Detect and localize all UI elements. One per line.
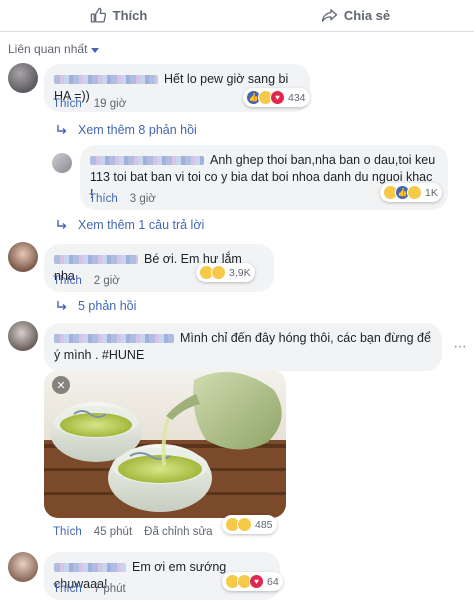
sort-label: Liên quan nhất (8, 42, 88, 56)
avatar[interactable] (8, 63, 38, 93)
tea-cups-image (44, 370, 286, 518)
reaction-count: 434 (288, 91, 306, 104)
close-icon[interactable]: ✕ (52, 376, 70, 394)
reaction-summary[interactable]: 👍 1K (380, 183, 442, 202)
like-post-label: Thích (112, 8, 148, 23)
comment-like-link[interactable]: Thích (53, 98, 82, 110)
comment-like-link[interactable]: Thích (53, 526, 82, 538)
comment-like-link[interactable]: Thích (53, 583, 82, 595)
reaction-summary[interactable]: 485 (222, 515, 277, 534)
view-more-answer-label: Xem thêm 1 câu trả lời (78, 218, 205, 232)
reaction-count: 485 (255, 518, 273, 531)
thumbs-up-icon (90, 7, 106, 23)
view-more-replies-link[interactable]: Xem thêm 8 phản hồi (56, 123, 197, 137)
sad-reaction-icon (211, 265, 226, 280)
view-more-answer-link[interactable]: Xem thêm 1 câu trả lời (56, 218, 204, 232)
comment-meta: Thích 7 phút (53, 583, 126, 595)
avatar[interactable] (8, 242, 38, 272)
avatar[interactable] (8, 552, 38, 582)
avatar[interactable] (52, 153, 72, 173)
comment-time[interactable]: 19 giờ (94, 98, 126, 110)
comment-like-link[interactable]: Thích (53, 275, 82, 287)
reaction-count: 1K (425, 186, 438, 199)
commenter-name[interactable] (54, 563, 126, 573)
comment-bubble: Mình chỉ đến đây hóng thôi, các bạn đừng… (44, 323, 442, 371)
avatar[interactable] (8, 321, 38, 351)
commenter-name[interactable] (54, 334, 174, 344)
comment-photo-tea[interactable]: ✕ (44, 370, 286, 518)
comment-time[interactable]: 7 phút (94, 583, 126, 595)
replies-count-link[interactable]: 5 phản hồi (56, 299, 136, 313)
view-more-replies-label: Xem thêm 8 phản hồi (78, 123, 197, 137)
commenter-name[interactable] (90, 156, 204, 166)
sad-reaction-icon (237, 517, 252, 532)
comment-sort-dropdown[interactable]: Liên quan nhất (8, 42, 100, 56)
comment-meta: Thích 19 giờ (53, 98, 126, 110)
comment-meta: Thích 2 giờ (53, 275, 120, 287)
sad-reaction-icon (407, 185, 422, 200)
reply-meta: Thích 3 giờ (89, 193, 156, 205)
reply-arrow-icon (57, 125, 67, 134)
comment-time[interactable]: 45 phút (94, 526, 132, 538)
commenter-name[interactable] (54, 255, 138, 265)
commenter-name[interactable] (54, 75, 158, 85)
love-reaction-icon: ♥ (249, 574, 264, 589)
comment-meta: Thích 45 phút Đã chỉnh sửa (53, 526, 213, 538)
share-arrow-icon (321, 9, 338, 22)
share-post-button[interactable]: Chia sẻ (237, 0, 474, 31)
like-post-button[interactable]: Thích (0, 0, 237, 31)
reaction-count: 3,9K (229, 266, 251, 279)
reaction-count: 64 (267, 575, 279, 588)
reaction-summary[interactable]: ♥ 64 (222, 572, 283, 591)
comment-time[interactable]: 3 giờ (130, 193, 156, 205)
reaction-summary[interactable]: 👍 ♥ 434 (243, 88, 310, 107)
replies-count-label: 5 phản hồi (78, 299, 137, 313)
edited-label[interactable]: Đã chỉnh sửa (144, 526, 212, 538)
share-post-label: Chia sẻ (343, 8, 391, 23)
reply-arrow-icon (57, 301, 67, 310)
post-action-bar: Thích Chia sẻ (0, 0, 474, 32)
comment-like-link[interactable]: Thích (89, 193, 118, 205)
chevron-down-icon (91, 47, 100, 53)
more-options-icon[interactable]: ··· (453, 338, 467, 356)
reaction-summary[interactable]: 3,9K (196, 263, 255, 282)
comment-time[interactable]: 2 giờ (94, 275, 120, 287)
reply-arrow-icon (57, 220, 67, 229)
love-reaction-icon: ♥ (270, 90, 285, 105)
